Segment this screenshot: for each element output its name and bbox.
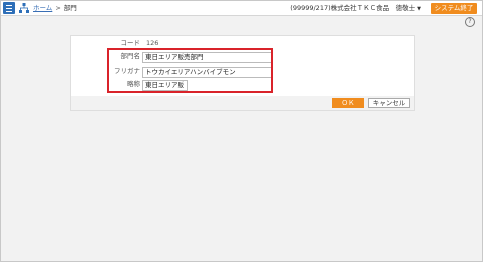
top-bar: ホーム > 部門 (99999/217)株式会社ＴＫＣ食品 徳敬士 ▼ システム終了: [1, 1, 482, 16]
help-icon[interactable]: ?: [465, 17, 475, 27]
ok-button[interactable]: ＯＫ: [332, 98, 364, 108]
breadcrumb-current: 部門: [63, 4, 77, 12]
breadcrumb: ホーム > 部門: [33, 3, 77, 13]
highlight-box: [107, 48, 273, 93]
hamburger-menu-icon[interactable]: [3, 2, 15, 14]
cancel-button[interactable]: キャンセル: [368, 98, 410, 108]
company-name: (99999/217)株式会社ＴＫＣ食品 徳敬士: [290, 4, 416, 12]
code-value: 126: [146, 39, 159, 47]
organization-tree-icon: [19, 3, 29, 13]
breadcrumb-separator: >: [55, 4, 61, 12]
dropdown-caret-icon: ▼: [417, 6, 421, 12]
system-exit-button[interactable]: システム終了: [431, 3, 477, 14]
code-label: コード: [120, 39, 141, 47]
company-selector[interactable]: (99999/217)株式会社ＴＫＣ食品 徳敬士 ▼: [290, 3, 421, 14]
breadcrumb-home-link[interactable]: ホーム: [33, 4, 52, 12]
